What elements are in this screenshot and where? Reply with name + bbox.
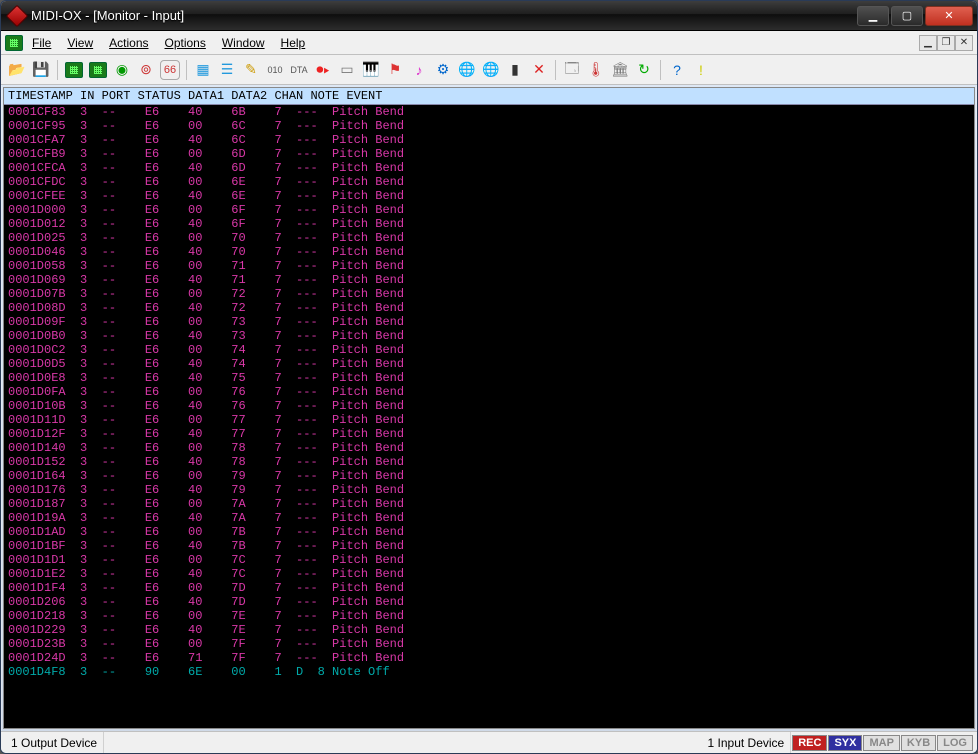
window-title: MIDI-OX - [Monitor - Input] bbox=[31, 8, 849, 23]
app-icon bbox=[6, 4, 29, 27]
midi-event-list: 0001CF83 3 -- E6 40 6B 7 --- Pitch Bend0… bbox=[4, 105, 974, 679]
midi-event-row: 0001CFEE 3 -- E6 40 6E 7 --- Pitch Bend bbox=[8, 189, 970, 203]
midi-event-row: 0001CF95 3 -- E6 00 6C 7 --- Pitch Bend bbox=[8, 119, 970, 133]
mdi-close-button[interactable]: ✕ bbox=[955, 35, 973, 51]
monitor-panel[interactable]: TIMESTAMP IN PORT STATUS DATA1 DATA2 CHA… bbox=[3, 87, 975, 729]
knobs-icon[interactable]: ⚙ bbox=[433, 60, 453, 80]
radar-icon[interactable]: ◉ bbox=[112, 60, 132, 80]
menu-options[interactable]: Options bbox=[158, 34, 213, 52]
midi-event-row: 0001D176 3 -- E6 40 79 7 --- Pitch Bend bbox=[8, 483, 970, 497]
midi-event-row: 0001D07B 3 -- E6 00 72 7 --- Pitch Bend bbox=[8, 287, 970, 301]
help-icon[interactable]: ? bbox=[667, 60, 687, 80]
midi-event-row: 0001CFB9 3 -- E6 00 6D 7 --- Pitch Bend bbox=[8, 147, 970, 161]
device-icon[interactable]: ▭ bbox=[337, 60, 357, 80]
mdi-icon[interactable] bbox=[5, 35, 23, 51]
data-icon[interactable]: DTA bbox=[289, 60, 309, 80]
midi-event-row: 0001D187 3 -- E6 00 7A 7 --- Pitch Bend bbox=[8, 497, 970, 511]
monitor2-icon[interactable] bbox=[88, 60, 108, 80]
midi-event-row: 0001D206 3 -- E6 40 7D 7 --- Pitch Bend bbox=[8, 595, 970, 609]
midi-event-row: 0001D1E2 3 -- E6 40 7C 7 --- Pitch Bend bbox=[8, 567, 970, 581]
menubar: File View Actions Options Window Help ▁ … bbox=[1, 31, 977, 55]
mdi-restore-button[interactable]: ❐ bbox=[937, 35, 955, 51]
midi-event-row: 0001D08D 3 -- E6 40 72 7 --- Pitch Bend bbox=[8, 301, 970, 315]
note-icon[interactable]: ♪ bbox=[409, 60, 429, 80]
menu-help[interactable]: Help bbox=[274, 34, 313, 52]
globe2-icon[interactable]: 🌐 bbox=[481, 60, 501, 80]
binary-icon[interactable]: 010 bbox=[265, 60, 285, 80]
record-icon[interactable]: ⏺▸ bbox=[313, 60, 333, 80]
badge-log[interactable]: LOG bbox=[937, 735, 973, 751]
building-icon[interactable]: 🏛 bbox=[610, 60, 630, 80]
grid-icon[interactable]: ▦ bbox=[193, 60, 213, 80]
midi-event-row: 0001D1F4 3 -- E6 00 7D 7 --- Pitch Bend bbox=[8, 581, 970, 595]
midi-event-row: 0001D229 3 -- E6 40 7E 7 --- Pitch Bend bbox=[8, 623, 970, 637]
midi-event-row: 0001D0FA 3 -- E6 00 76 7 --- Pitch Bend bbox=[8, 385, 970, 399]
refresh-icon[interactable]: ↻ bbox=[634, 60, 654, 80]
badge-map[interactable]: MAP bbox=[863, 735, 899, 751]
route-icon[interactable]: 66 bbox=[160, 60, 180, 80]
midi-event-row: 0001D11D 3 -- E6 00 77 7 --- Pitch Bend bbox=[8, 413, 970, 427]
close-button[interactable]: ✕ bbox=[925, 6, 973, 26]
status-output-device: 1 Output Device bbox=[5, 732, 104, 753]
status-input-device: 1 Input Device bbox=[702, 732, 792, 753]
midi-event-row: 0001D0D5 3 -- E6 40 74 7 --- Pitch Bend bbox=[8, 357, 970, 371]
globe-icon[interactable]: 🌐 bbox=[457, 60, 477, 80]
app-window: MIDI-OX - [Monitor - Input] ▁ ▢ ✕ File V… bbox=[0, 0, 978, 754]
midi-event-row: 0001D1AD 3 -- E6 00 7B 7 --- Pitch Bend bbox=[8, 525, 970, 539]
midi-event-row: 0001D24D 3 -- E6 71 7F 7 --- Pitch Bend bbox=[8, 651, 970, 665]
temp-icon[interactable]: 🌡 bbox=[586, 60, 606, 80]
menu-file[interactable]: File bbox=[25, 34, 58, 52]
midi-event-row: 0001D19A 3 -- E6 40 7A 7 --- Pitch Bend bbox=[8, 511, 970, 525]
minimize-button[interactable]: ▁ bbox=[857, 6, 889, 26]
save-icon[interactable]: 💾 bbox=[31, 60, 51, 80]
flag-icon[interactable]: ⚑ bbox=[385, 60, 405, 80]
badge-syx[interactable]: SYX bbox=[828, 735, 862, 751]
midi-event-row: 0001D025 3 -- E6 00 70 7 --- Pitch Bend bbox=[8, 231, 970, 245]
delete-icon[interactable]: ✕ bbox=[529, 60, 549, 80]
folder-icon[interactable]: 🗔 bbox=[562, 60, 582, 80]
keyboard-icon[interactable]: 🎹 bbox=[361, 60, 381, 80]
midi-event-row: 0001D10B 3 -- E6 40 76 7 --- Pitch Bend bbox=[8, 399, 970, 413]
maximize-button[interactable]: ▢ bbox=[891, 6, 923, 26]
midi-event-row: 0001D058 3 -- E6 00 71 7 --- Pitch Bend bbox=[8, 259, 970, 273]
midi-event-row: 0001CFDC 3 -- E6 00 6E 7 --- Pitch Bend bbox=[8, 175, 970, 189]
alert-icon[interactable]: ! bbox=[691, 60, 711, 80]
midi-event-row: 0001D0C2 3 -- E6 00 74 7 --- Pitch Bend bbox=[8, 343, 970, 357]
midi-event-row: 0001D218 3 -- E6 00 7E 7 --- Pitch Bend bbox=[8, 609, 970, 623]
midi-event-row: 0001D069 3 -- E6 40 71 7 --- Pitch Bend bbox=[8, 273, 970, 287]
midi-event-row: 0001D140 3 -- E6 00 78 7 --- Pitch Bend bbox=[8, 441, 970, 455]
statusbar: 1 Output Device 1 Input Device REC SYX M… bbox=[1, 731, 977, 753]
midi-event-row: 0001CFCA 3 -- E6 40 6D 7 --- Pitch Bend bbox=[8, 161, 970, 175]
midi-event-row: 0001D09F 3 -- E6 00 73 7 --- Pitch Bend bbox=[8, 315, 970, 329]
mdi-minimize-button[interactable]: ▁ bbox=[919, 35, 937, 51]
target-icon[interactable]: ⊚ bbox=[136, 60, 156, 80]
midi-event-row: 0001D0E8 3 -- E6 40 75 7 --- Pitch Bend bbox=[8, 371, 970, 385]
midi-event-row: 0001CFA7 3 -- E6 40 6C 7 --- Pitch Bend bbox=[8, 133, 970, 147]
midi-event-row: 0001D046 3 -- E6 40 70 7 --- Pitch Bend bbox=[8, 245, 970, 259]
badge-kyb[interactable]: KYB bbox=[901, 735, 936, 751]
midi-event-row: 0001D012 3 -- E6 40 6F 7 --- Pitch Bend bbox=[8, 217, 970, 231]
open-icon[interactable]: 📂 bbox=[7, 60, 27, 80]
midi-event-row: 0001D1BF 3 -- E6 40 7B 7 --- Pitch Bend bbox=[8, 539, 970, 553]
pencil-icon[interactable]: ✎ bbox=[241, 60, 261, 80]
midi-event-row: 0001CF83 3 -- E6 40 6B 7 --- Pitch Bend bbox=[8, 105, 970, 119]
midi-event-row: 0001D164 3 -- E6 00 79 7 --- Pitch Bend bbox=[8, 469, 970, 483]
column-header: TIMESTAMP IN PORT STATUS DATA1 DATA2 CHA… bbox=[4, 88, 974, 105]
midi-event-row: 0001D12F 3 -- E6 40 77 7 --- Pitch Bend bbox=[8, 427, 970, 441]
menu-window[interactable]: Window bbox=[215, 34, 272, 52]
titlebar[interactable]: MIDI-OX - [Monitor - Input] ▁ ▢ ✕ bbox=[1, 1, 977, 31]
midi-event-row: 0001D152 3 -- E6 40 78 7 --- Pitch Bend bbox=[8, 455, 970, 469]
midi-event-row: 0001D0B0 3 -- E6 40 73 7 --- Pitch Bend bbox=[8, 329, 970, 343]
badge-rec[interactable]: REC bbox=[792, 735, 827, 751]
midi-event-row: 0001D000 3 -- E6 00 6F 7 --- Pitch Bend bbox=[8, 203, 970, 217]
midi-event-row: 0001D1D1 3 -- E6 00 7C 7 --- Pitch Bend bbox=[8, 553, 970, 567]
list-icon[interactable]: ☰ bbox=[217, 60, 237, 80]
slider-icon[interactable]: ▮ bbox=[505, 60, 525, 80]
monitor1-icon[interactable] bbox=[64, 60, 84, 80]
midi-event-row: 0001D23B 3 -- E6 00 7F 7 --- Pitch Bend bbox=[8, 637, 970, 651]
menu-view[interactable]: View bbox=[60, 34, 100, 52]
toolbar: 📂 💾 ◉ ⊚ 66 ▦ ☰ ✎ 010 DTA ⏺▸ ▭ 🎹 ⚑ ♪ ⚙ 🌐 … bbox=[1, 55, 977, 85]
midi-event-row: 0001D4F8 3 -- 90 6E 00 1 D 8 Note Off bbox=[8, 665, 970, 679]
menu-actions[interactable]: Actions bbox=[102, 34, 155, 52]
